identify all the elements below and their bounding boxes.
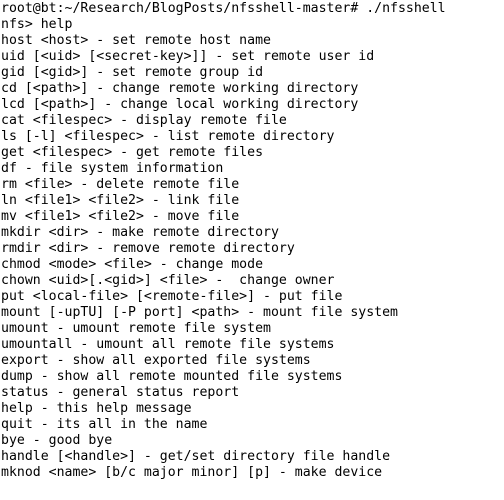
shell-command-line: nfs> help <box>1 17 73 32</box>
help-output-line: umountall - umount all remote file syste… <box>1 337 335 352</box>
help-output-line: ln <file1> <file2> - link file <box>1 193 240 208</box>
help-output-line: status - general status report <box>1 385 240 400</box>
help-output-line: dump - show all remote mounted file syst… <box>1 369 343 384</box>
help-output-line: rm <file> - delete remote file <box>1 177 240 192</box>
help-output-line: export - show all exported file systems <box>1 353 311 368</box>
help-output-line: gid [<gid>] - set remote group id <box>1 65 264 80</box>
shell-prompt-line: root@bt:~/Research/BlogPosts/nfsshell-ma… <box>1 1 446 16</box>
help-output-line: chmod <mode> <file> - change mode <box>1 257 264 272</box>
terminal-output: root@bt:~/Research/BlogPosts/nfsshell-ma… <box>1 1 504 481</box>
help-output-line: bye - good bye <box>1 433 113 448</box>
help-output-line: put <local-file> [<remote-file>] - put f… <box>1 289 343 304</box>
help-output-line: cd [<path>] - change remote working dire… <box>1 81 359 96</box>
help-output-line: mknod <name> [b/c major minor] [p] - mak… <box>1 465 383 480</box>
help-output-line: get <filespec> - get remote files <box>1 145 264 160</box>
terminal-window[interactable]: root@bt:~/Research/BlogPosts/nfsshell-ma… <box>0 0 504 500</box>
help-output-line: host <host> - set remote host name <box>1 33 271 48</box>
help-output-line: lcd [<path>] - change local working dire… <box>1 97 359 112</box>
help-output-line: quit - its all in the name <box>1 417 208 432</box>
help-output-line: umount - umount remote file system <box>1 321 271 336</box>
help-output-line: mv <file1> <file2> - move file <box>1 209 240 224</box>
help-output-line: ls [-l] <filespec> - list remote directo… <box>1 129 335 144</box>
help-output-line: cat <filespec> - display remote file <box>1 113 287 128</box>
help-output-line: mount [-upTU] [-P port] <path> - mount f… <box>1 305 398 320</box>
help-output-line: chown <uid>[.<gid>] <file> - change owne… <box>1 273 335 288</box>
help-output-line: df - file system information <box>1 161 224 176</box>
help-output-line: uid [<uid> [<secret-key>]] - set remote … <box>1 49 375 64</box>
help-output-line: handle [<handle>] - get/set directory fi… <box>1 449 391 464</box>
help-output-line: mkdir <dir> - make remote directory <box>1 225 279 240</box>
help-output-line: rmdir <dir> - remove remote directory <box>1 241 295 256</box>
help-output-line: help - this help message <box>1 401 192 416</box>
